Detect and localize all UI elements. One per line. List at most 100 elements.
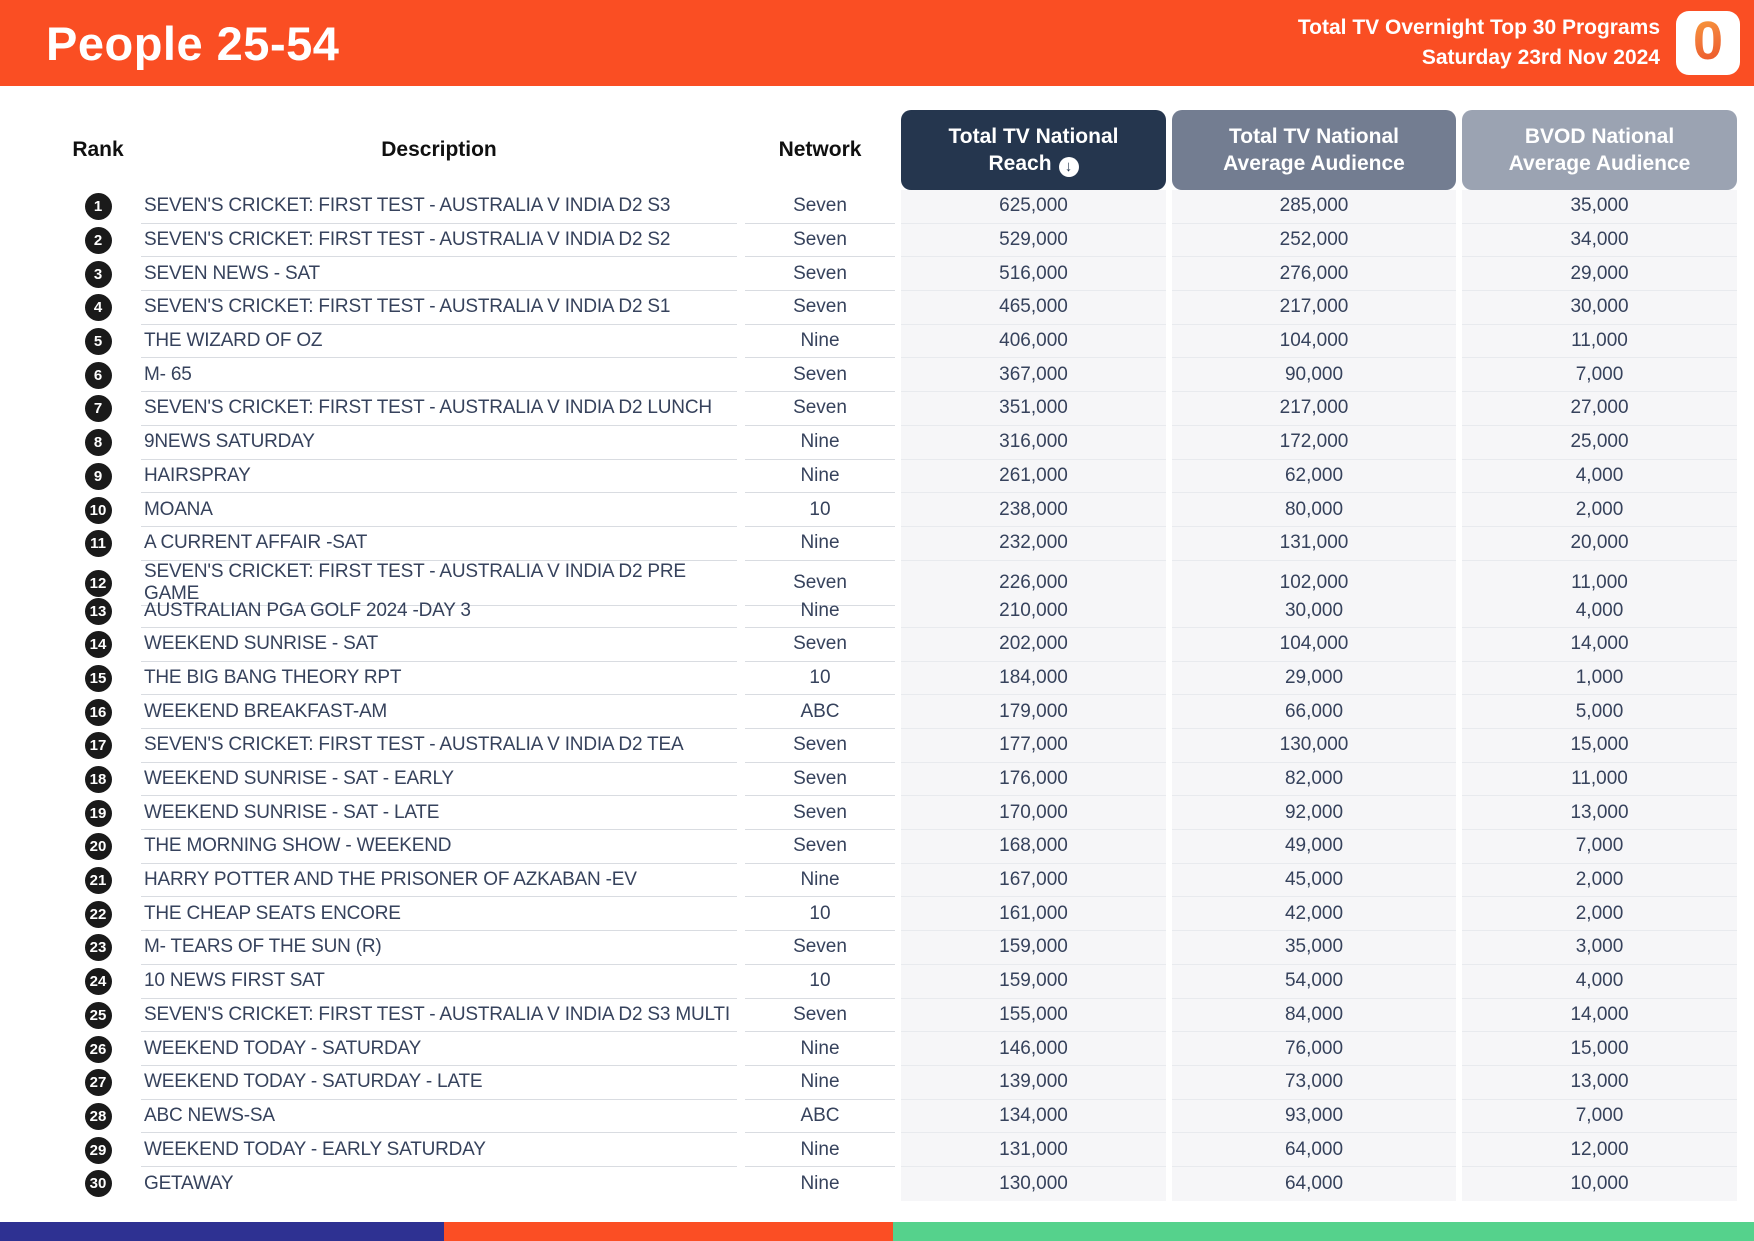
- table-row: 23 M- TEARS OF THE SUN (R) Seven 159,000…: [55, 931, 1754, 965]
- network-value: Nine: [745, 325, 895, 359]
- network-value: Nine: [745, 426, 895, 460]
- network-value: Seven: [745, 763, 895, 797]
- network-value: Seven: [745, 392, 895, 426]
- table-row: 8 9NEWS SATURDAY Nine 316,000 172,000 25…: [55, 425, 1754, 460]
- table-row: 16 WEEKEND BREAKFAST-AM ABC 179,000 66,0…: [55, 695, 1754, 729]
- average-audience-value: 172,000: [1172, 425, 1456, 460]
- table-row: 28 ABC NEWS-SA ABC 134,000 93,000 7,000: [55, 1099, 1754, 1134]
- average-audience-value: 217,000: [1172, 392, 1456, 426]
- footer-segment-navy: [0, 1222, 444, 1241]
- network-value: Seven: [745, 628, 895, 662]
- network-value: Nine: [745, 1032, 895, 1066]
- program-description: SEVEN'S CRICKET: FIRST TEST - AUSTRALIA …: [141, 224, 737, 258]
- network-value: 10: [745, 965, 895, 999]
- program-description: THE CHEAP SEATS ENCORE: [141, 897, 737, 932]
- network-value: Nine: [745, 460, 895, 494]
- network-value: Seven: [745, 291, 895, 325]
- network-value: Seven: [745, 257, 895, 292]
- bvod-audience-value: 1,000: [1462, 661, 1737, 696]
- table-row: 15 THE BIG BANG THEORY RPT 10 184,000 29…: [55, 661, 1754, 696]
- reach-value: 159,000: [901, 964, 1166, 999]
- average-audience-value: 45,000: [1172, 863, 1456, 898]
- table-body: 1 SEVEN'S CRICKET: FIRST TEST - AUSTRALI…: [55, 190, 1754, 1201]
- program-description: WEEKEND BREAKFAST-AM: [141, 695, 737, 729]
- reach-value: 367,000: [901, 358, 1166, 393]
- network-value: ABC: [745, 695, 895, 729]
- rank-badge: 11: [84, 530, 112, 558]
- reach-value: 159,000: [901, 931, 1166, 965]
- reach-value: 529,000: [901, 223, 1166, 258]
- table-row: 7 SEVEN'S CRICKET: FIRST TEST - AUSTRALI…: [55, 392, 1754, 426]
- program-description: THE WIZARD OF OZ: [141, 325, 737, 359]
- reach-value: 406,000: [901, 324, 1166, 359]
- rank-badge: 23: [84, 934, 112, 962]
- table-row: 21 HARRY POTTER AND THE PRISONER OF AZKA…: [55, 863, 1754, 898]
- program-description: SEVEN'S CRICKET: FIRST TEST - AUSTRALIA …: [141, 190, 737, 224]
- bvod-audience-value: 14,000: [1462, 627, 1737, 662]
- reach-value: 177,000: [901, 729, 1166, 763]
- program-description: ABC NEWS-SA: [141, 1100, 737, 1134]
- rank-badge: 26: [84, 1035, 112, 1063]
- bvod-audience-value: 15,000: [1462, 1032, 1737, 1066]
- network-value: 10: [745, 897, 895, 932]
- bvod-audience-value: 25,000: [1462, 425, 1737, 460]
- reach-value: 210,000: [901, 594, 1166, 628]
- bvod-audience-value: 11,000: [1462, 762, 1737, 797]
- rank-badge: 30: [84, 1170, 112, 1198]
- table-row: 19 WEEKEND SUNRISE - SAT - LATE Seven 17…: [55, 796, 1754, 831]
- average-audience-value: 130,000: [1172, 729, 1456, 763]
- network-value: Nine: [800, 1172, 840, 1194]
- average-audience-column-header[interactable]: Total TV National Average Audience: [1172, 110, 1456, 190]
- report-subtitle: Total TV Overnight Top 30 Programs Satur…: [1298, 13, 1660, 73]
- average-audience-value: 217,000: [1172, 291, 1456, 325]
- bvod-audience-value: 14,000: [1462, 998, 1737, 1033]
- reach-value: 465,000: [901, 291, 1166, 325]
- rank-badge: 12: [84, 569, 112, 597]
- program-description: WEEKEND TODAY - EARLY SATURDAY: [141, 1133, 737, 1167]
- table-row: 18 WEEKEND SUNRISE - SAT - EARLY Seven 1…: [55, 762, 1754, 797]
- rank-badge: 15: [84, 664, 112, 692]
- network-value: Seven: [745, 190, 895, 224]
- reach-value: 232,000: [901, 526, 1166, 561]
- oztam-logo-glyph: 0: [1692, 11, 1724, 71]
- rank-badge: 27: [84, 1069, 112, 1097]
- reach-column-header[interactable]: Total TV National Reach ↓: [901, 110, 1166, 190]
- report-name: Total TV Overnight Top 30 Programs: [1297, 16, 1660, 39]
- rank-badge: 10: [84, 496, 112, 524]
- bvod-audience-value: 3,000: [1462, 931, 1737, 965]
- rank-column-header: Rank: [72, 138, 124, 161]
- reach-value: 179,000: [901, 695, 1166, 729]
- bvod-audience-value: 10,000: [1462, 1166, 1737, 1201]
- table-row: 14 WEEKEND SUNRISE - SAT Seven 202,000 1…: [55, 627, 1754, 662]
- bvod-audience-value: 30,000: [1462, 291, 1737, 325]
- rank-badge: 1: [84, 193, 112, 221]
- rank-badge: 20: [84, 833, 112, 861]
- oztam-logo: 0: [1676, 11, 1740, 75]
- program-description: SEVEN NEWS - SAT: [141, 257, 737, 292]
- table-row: 9 HAIRSPRAY Nine 261,000 62,000 4,000: [55, 459, 1754, 494]
- table-row: 17 SEVEN'S CRICKET: FIRST TEST - AUSTRAL…: [55, 729, 1754, 763]
- average-audience-value: 80,000: [1172, 493, 1456, 527]
- program-description: M- TEARS OF THE SUN (R): [141, 931, 737, 965]
- program-description: HARRY POTTER AND THE PRISONER OF AZKABAN…: [141, 864, 737, 898]
- bvod-audience-value: 15,000: [1462, 729, 1737, 763]
- table-row: 13 AUSTRALIAN PGA GOLF 2024 -DAY 3 Nine …: [55, 594, 1754, 628]
- table-row: 22 THE CHEAP SEATS ENCORE 10 161,000 42,…: [55, 897, 1754, 932]
- table-row: 30 GETAWAY Nine 130,000 64,000 10,000: [55, 1166, 1754, 1201]
- rank-badge: 5: [84, 328, 112, 356]
- average-audience-value: 54,000: [1172, 964, 1456, 999]
- bvod-audience-value: 4,000: [1462, 594, 1737, 628]
- average-audience-value: 35,000: [1172, 931, 1456, 965]
- average-audience-value: 30,000: [1172, 594, 1456, 628]
- rank-badge: 19: [84, 799, 112, 827]
- program-description: HAIRSPRAY: [141, 460, 737, 494]
- sort-descending-icon: ↓: [1058, 156, 1079, 177]
- average-audience-value: 29,000: [1172, 661, 1456, 696]
- footer-segment-green: [892, 1222, 1754, 1241]
- program-description: M- 65: [141, 358, 737, 393]
- network-value: Nine: [745, 527, 895, 561]
- bvod-audience-column-header[interactable]: BVOD National Average Audience: [1462, 110, 1737, 190]
- average-audience-value: 104,000: [1172, 627, 1456, 662]
- table-row: 1 SEVEN'S CRICKET: FIRST TEST - AUSTRALI…: [55, 190, 1754, 224]
- rank-badge: 16: [84, 698, 112, 726]
